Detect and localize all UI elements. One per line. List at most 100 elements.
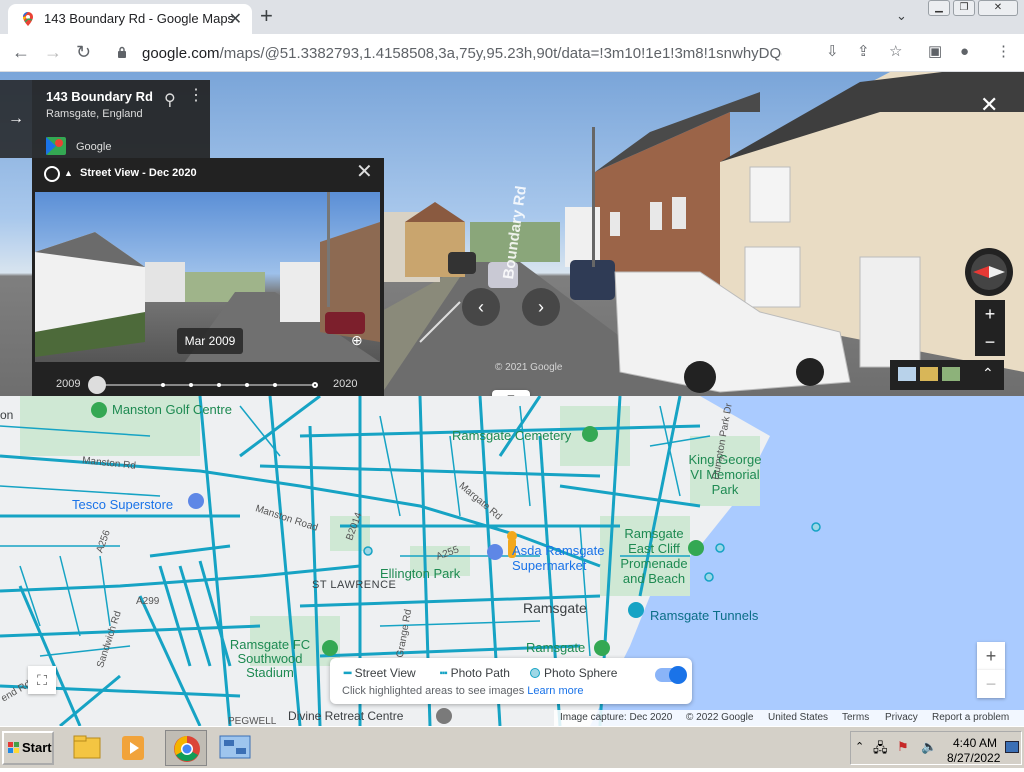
reload-icon[interactable]: ↻ (76, 42, 91, 62)
fullscreen-icon[interactable]: ⛶ (28, 666, 56, 694)
layer-thumb[interactable] (942, 367, 960, 381)
slider-tick-current[interactable] (312, 382, 318, 388)
chrome-menu-icon[interactable]: ⋮ (996, 44, 1011, 60)
report-problem-link[interactable]: Report a problem (932, 712, 1009, 723)
show-hidden-icons-icon[interactable]: ⌃ (855, 740, 864, 753)
google-maps-favicon-icon (23, 12, 33, 26)
map-label-ramsgate-cemetery[interactable]: Ramsgate Cemetery (452, 428, 571, 443)
back-arrow-icon[interactable]: ← (12, 42, 30, 62)
tab-title: 143 Boundary Rd - Google Maps (44, 11, 235, 26)
map-zoom-in-button[interactable]: + (977, 642, 1005, 670)
historical-thumbnail[interactable]: Mar 2009 ⊕ (35, 192, 380, 362)
slider-tick[interactable] (189, 383, 193, 387)
pano-copyright: © 2021 Google (495, 362, 563, 373)
map-label-divine-retreat[interactable]: Divine Retreat Centre (288, 709, 403, 723)
map-label-ramsgate-tunnels[interactable]: Ramsgate Tunnels (650, 608, 758, 623)
caret-up-icon[interactable]: ▲ (64, 168, 73, 178)
location-pin-icon[interactable]: ⚲ (164, 90, 176, 110)
country-link[interactable]: United States (768, 712, 828, 723)
address-place: Ramsgate, England (46, 108, 143, 120)
layer-thumb[interactable] (920, 367, 938, 381)
map-label-asda[interactable]: Asda Ramsgate Supermarket (512, 543, 612, 573)
slider-track[interactable] (96, 384, 314, 386)
map-label-cutoff-on: on (0, 408, 14, 422)
slider-tick[interactable] (273, 383, 277, 387)
history-clock-icon[interactable] (44, 166, 60, 182)
compass-icon[interactable] (965, 248, 1013, 296)
action-center-icon[interactable]: ⚑ (897, 739, 909, 755)
show-desktop-icon[interactable] (1005, 741, 1019, 753)
legend-hint: Click highlighted areas to see images Le… (342, 685, 584, 697)
start-label: Start (22, 740, 52, 755)
map-label-a299: A299 (136, 596, 160, 607)
map-label-manston-golf[interactable]: Manston Golf Centre (112, 402, 232, 417)
legend-photo-sphere: Photo Sphere (530, 666, 617, 680)
restore-button[interactable]: ❐ (953, 0, 975, 16)
image-capture-text: Image capture: Dec 2020 (560, 712, 673, 723)
layer-thumb[interactable] (898, 367, 916, 381)
address-bar[interactable]: google.com/maps/@51.3382793,1.4158508,3a… (108, 37, 918, 69)
more-options-icon[interactable]: ⋮ (188, 88, 204, 104)
terms-link[interactable]: Terms (842, 712, 869, 723)
pano-zoom-out-button[interactable]: − (975, 328, 1005, 356)
layers-strip[interactable]: ⌃ (890, 360, 1004, 390)
map-label-ramsgate-fc[interactable]: Ramsgate FC Southwood Stadium (220, 638, 320, 680)
google-maps-logo-icon (46, 137, 66, 155)
tab-strip: 143 Boundary Rd - Google Maps ✕ + ⌄ ▁ ❐ … (0, 0, 1024, 34)
pano-zoom-in-button[interactable]: + (975, 300, 1005, 328)
pano-forward-arrow-icon[interactable]: › (522, 288, 560, 326)
map-zoom-out-button[interactable]: − (977, 670, 1005, 698)
time-machine-panel: ▲ Street View - Dec 2020 ✕ Mar 2009 ⊕ 20… (32, 158, 384, 396)
year-slider[interactable]: 2009 2020 (56, 375, 358, 395)
start-button[interactable]: Start (2, 731, 54, 765)
map-label-pegwell: PEGWELL (228, 716, 277, 726)
minimize-button[interactable]: ▁ (928, 0, 950, 16)
file-explorer-icon[interactable] (66, 730, 108, 766)
slider-end-year: 2020 (333, 378, 358, 390)
map-label-ramsgate: Ramsgate (523, 600, 587, 616)
map-label-ramsgate-poi[interactable]: Ramsgate (526, 640, 585, 655)
media-player-icon[interactable] (112, 730, 154, 766)
map-canvas[interactable]: Manston Golf Centre Ramsgate Cemetery Ki… (0, 396, 1024, 726)
volume-icon[interactable]: 🔈 (921, 739, 937, 755)
tab-close-icon[interactable]: ✕ (229, 9, 242, 29)
street-view-layer-toggle[interactable] (655, 666, 687, 684)
slider-tick[interactable] (217, 383, 221, 387)
install-app-icon[interactable]: ⇩ (826, 44, 839, 60)
system-tray: ⌃ 🖧 ⚑ 🔈 4:40 AM 8/27/2022 (850, 731, 1022, 765)
thumbnail-date-badge: Mar 2009 (177, 328, 243, 354)
map-label-tesco[interactable]: Tesco Superstore (72, 497, 173, 512)
slider-tick[interactable] (245, 383, 249, 387)
zoom-magnifier-icon[interactable]: ⊕ (351, 332, 363, 349)
window-close-button[interactable]: ✕ (978, 0, 1018, 16)
profile-avatar-icon[interactable]: ● (960, 44, 969, 60)
slider-knob[interactable] (88, 376, 106, 394)
close-street-view-icon[interactable]: ✕ (980, 94, 998, 116)
side-panel-icon[interactable]: ▣ (928, 44, 942, 60)
tab-search-chevron-icon[interactable]: ⌄ (896, 8, 907, 24)
map-label-st-lawrence: ST LAWRENCE (312, 579, 397, 591)
browser-toolbar: ← → ↻ google.com/maps/@51.3382793,1.4158… (0, 34, 1024, 72)
bookmark-star-icon[interactable]: ☆ (889, 44, 902, 60)
tab-google-maps[interactable]: 143 Boundary Rd - Google Maps ✕ (8, 4, 252, 34)
control-panel-icon[interactable] (214, 730, 256, 766)
legend-street-view: ━ Street View (344, 666, 416, 680)
share-icon[interactable]: ⇪ (857, 44, 870, 60)
street-view-panorama[interactable]: → 143 Boundary Rd Ramsgate, England Goog… (0, 72, 1024, 396)
chrome-taskbar-icon[interactable] (165, 730, 207, 766)
learn-more-link[interactable]: Learn more (527, 685, 583, 697)
expand-up-icon[interactable]: ⌃ (982, 365, 994, 382)
pano-back-arrow-icon[interactable]: ‹ (462, 288, 500, 326)
network-icon[interactable]: 🖧 (873, 739, 888, 761)
slider-tick[interactable] (161, 383, 165, 387)
time-machine-header[interactable]: Street View - Dec 2020 (80, 167, 197, 179)
clock-date[interactable]: 8/27/2022 (947, 751, 1000, 765)
privacy-link[interactable]: Privacy (885, 712, 918, 723)
map-label-east-cliff[interactable]: Ramsgate East Cliff Promenade and Beach (616, 526, 692, 586)
new-tab-button[interactable]: + (260, 4, 273, 28)
lock-icon (118, 46, 126, 58)
forward-arrow-icon[interactable]: → (44, 42, 62, 62)
clock-time[interactable]: 4:40 AM (953, 736, 997, 750)
time-machine-close-icon[interactable]: ✕ (356, 162, 373, 182)
collapse-panel-arrow-icon[interactable]: → (0, 80, 32, 158)
